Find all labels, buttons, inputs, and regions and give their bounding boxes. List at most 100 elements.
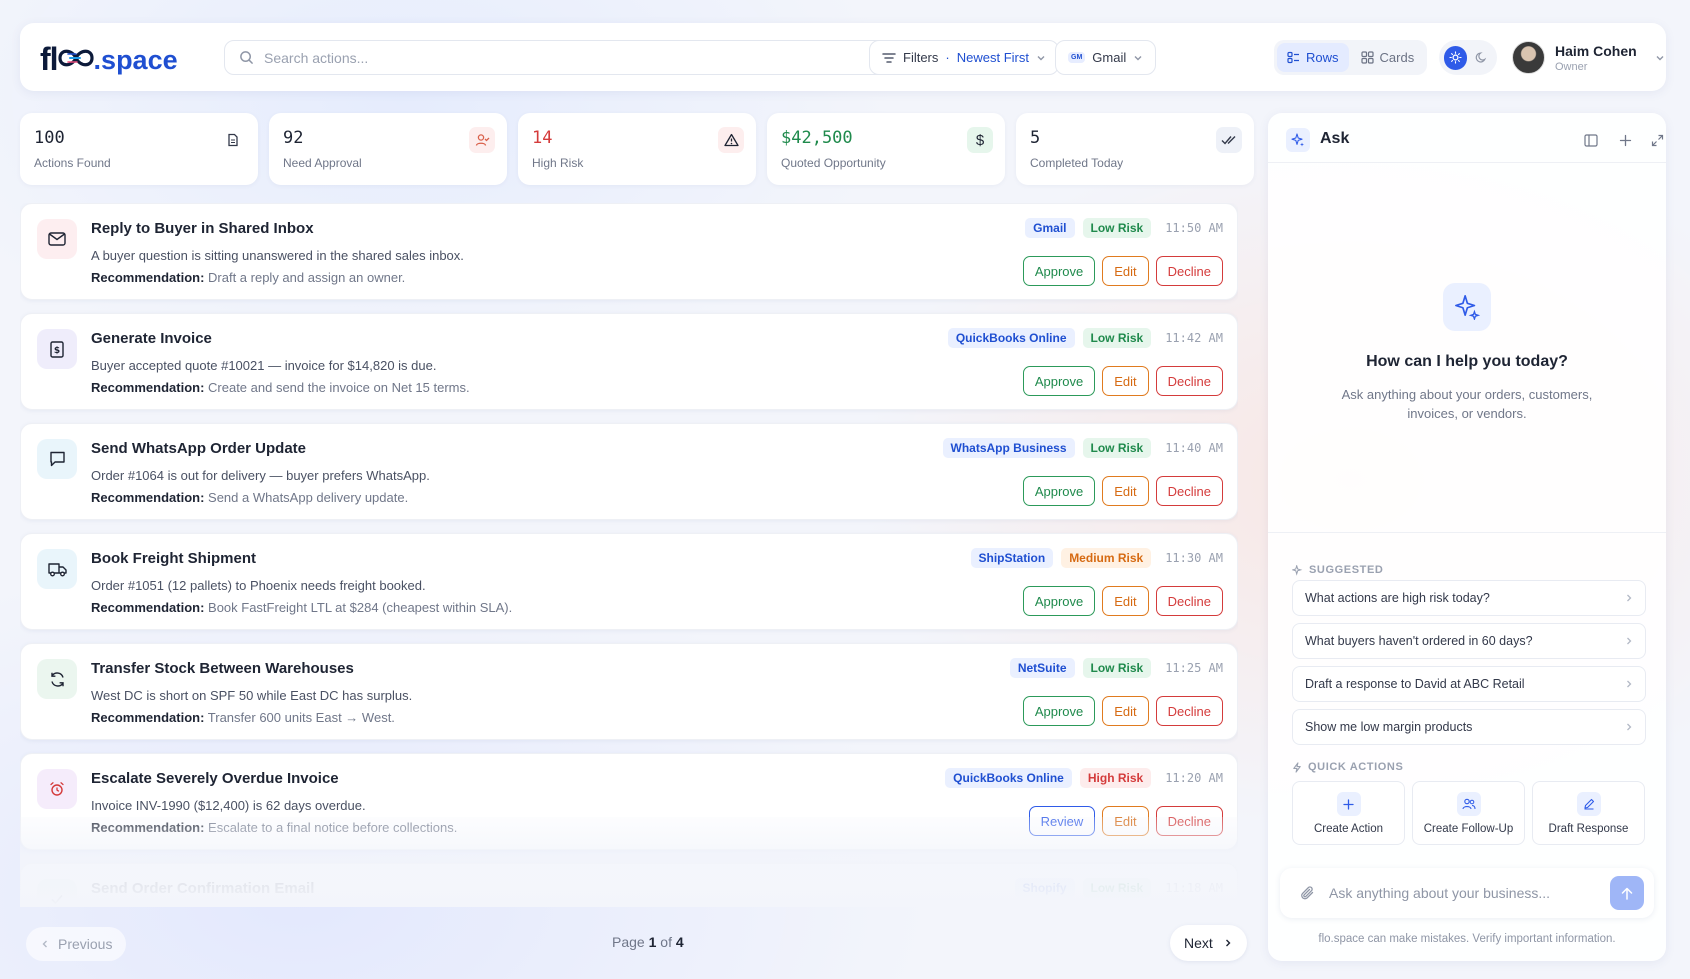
suggestion-item[interactable]: What actions are high risk today? bbox=[1292, 580, 1646, 616]
search-input[interactable] bbox=[264, 49, 904, 66]
rows-view-button[interactable]: Rows bbox=[1277, 43, 1349, 72]
paperclip-icon[interactable] bbox=[1300, 885, 1315, 901]
source-badge: Gmail bbox=[1025, 218, 1075, 238]
ask-input[interactable] bbox=[1329, 885, 1579, 901]
chevron-right-icon bbox=[1627, 594, 1632, 602]
next-page-button[interactable]: Next bbox=[1170, 925, 1247, 961]
approve-button[interactable]: Approve bbox=[1022, 696, 1096, 726]
edit-button[interactable]: Edit bbox=[1102, 366, 1149, 396]
stat-card-quoted-opportunity[interactable]: $42,500 Quoted Opportunity $ bbox=[767, 113, 1005, 185]
arrow-up-icon bbox=[1621, 887, 1633, 900]
svg-text:$: $ bbox=[54, 346, 60, 356]
action-card[interactable]: Escalate Severely Overdue Invoice Invoic… bbox=[20, 753, 1238, 850]
action-time: 11:42 AM bbox=[1165, 331, 1223, 345]
brand-logo[interactable]: fl .space bbox=[40, 39, 178, 75]
decline-button[interactable]: Decline bbox=[1155, 696, 1223, 726]
hero-title: How can I help you today? bbox=[1366, 353, 1568, 370]
sun-icon[interactable] bbox=[1444, 45, 1467, 70]
risk-badge: High Risk bbox=[1079, 768, 1152, 788]
action-card[interactable]: Reply to Buyer in Shared Inbox A buyer q… bbox=[20, 203, 1238, 300]
action-recommendation: Recommendation: Draft a reply and assign… bbox=[91, 270, 406, 285]
risk-badge: Low Risk bbox=[1082, 438, 1152, 458]
avatar bbox=[1512, 41, 1545, 74]
risk-badge: Low Risk bbox=[1082, 878, 1152, 898]
approve-button[interactable]: Approve bbox=[1022, 586, 1096, 616]
stat-card-completed-today[interactable]: 5 Completed Today bbox=[1016, 113, 1254, 185]
cards-view-button[interactable]: Cards bbox=[1351, 43, 1425, 72]
edit-button[interactable]: Edit bbox=[1102, 476, 1149, 506]
previous-page-button[interactable]: Previous bbox=[26, 927, 127, 961]
page-indicator: Page 1 of 4 bbox=[612, 934, 684, 950]
suggestion-item[interactable]: Show me low margin products bbox=[1292, 709, 1646, 745]
stat-card-actions-found[interactable]: 100 Actions Found bbox=[20, 113, 258, 185]
edit-button[interactable]: Edit bbox=[1102, 256, 1149, 286]
source-badge: ShipStation bbox=[970, 548, 1054, 568]
decline-button[interactable]: Decline bbox=[1155, 366, 1223, 396]
edit-button[interactable]: Edit bbox=[1102, 696, 1149, 726]
review-button[interactable]: Review bbox=[1028, 806, 1096, 836]
refresh-icon bbox=[37, 659, 77, 699]
create-follow-up-button[interactable]: Create Follow-Up bbox=[1412, 781, 1525, 845]
action-time: 11:25 AM bbox=[1165, 661, 1223, 675]
plus-icon[interactable] bbox=[1616, 131, 1634, 149]
sidebar-toggle-icon[interactable] bbox=[1582, 131, 1600, 149]
action-card[interactable]: Book Freight Shipment Order #1051 (12 pa… bbox=[20, 533, 1238, 630]
disclaimer: flo.space can make mistakes. Verify impo… bbox=[1318, 933, 1616, 945]
action-card[interactable]: Transfer Stock Between Warehouses West D… bbox=[20, 643, 1238, 740]
action-card[interactable]: $ Generate Invoice Buyer accepted quote … bbox=[20, 313, 1238, 410]
action-title: Book Freight Shipment bbox=[91, 550, 256, 567]
loop-logo-icon bbox=[57, 49, 94, 67]
suggestion-item[interactable]: What buyers haven't ordered in 60 days? bbox=[1292, 623, 1646, 659]
filter-icon bbox=[882, 52, 896, 63]
alarm-icon bbox=[37, 769, 77, 809]
edit-button[interactable]: Edit bbox=[1102, 586, 1149, 616]
source-badge: QuickBooks Online bbox=[945, 768, 1072, 788]
sparkle-icon bbox=[1286, 128, 1310, 152]
decline-button[interactable]: Decline bbox=[1155, 586, 1223, 616]
warning-icon bbox=[718, 127, 744, 153]
view-toggle: Rows Cards bbox=[1274, 40, 1428, 75]
send-button[interactable] bbox=[1610, 876, 1644, 910]
users-icon bbox=[1456, 792, 1481, 816]
chevron-left-icon bbox=[42, 940, 47, 948]
filters-dropdown[interactable]: Filters · Newest First bbox=[869, 40, 1059, 75]
action-time: 11:30 AM bbox=[1165, 551, 1223, 565]
document-icon bbox=[220, 127, 246, 153]
expand-icon[interactable] bbox=[1648, 131, 1666, 149]
user-menu[interactable]: Haim Cohen Owner bbox=[1512, 41, 1665, 74]
hero-text: Ask anything about your orders, customer… bbox=[1341, 387, 1593, 421]
source-badge: WhatsApp Business bbox=[942, 438, 1075, 458]
action-title: Generate Invoice bbox=[91, 330, 212, 347]
action-card[interactable]: Send Order Confirmation Email Shopify Lo… bbox=[20, 863, 1238, 907]
risk-badge: Low Risk bbox=[1082, 328, 1152, 348]
chat-icon bbox=[37, 439, 77, 479]
stat-card-need-approval[interactable]: 92 Need Approval bbox=[269, 113, 507, 185]
approve-button[interactable]: Approve bbox=[1022, 366, 1096, 396]
create-action-button[interactable]: Create Action bbox=[1292, 781, 1405, 845]
decline-button[interactable]: Decline bbox=[1155, 256, 1223, 286]
decline-button[interactable]: Decline bbox=[1155, 806, 1223, 836]
sparkle-icon bbox=[1443, 283, 1491, 331]
action-title: Reply to Buyer in Shared Inbox bbox=[91, 220, 314, 237]
cards-grid-icon bbox=[1360, 51, 1374, 64]
draft-response-button[interactable]: Draft Response bbox=[1532, 781, 1645, 845]
action-title: Send WhatsApp Order Update bbox=[91, 440, 307, 457]
ask-title: Ask bbox=[1320, 130, 1350, 147]
moon-icon[interactable] bbox=[1471, 47, 1492, 69]
risk-badge: Low Risk bbox=[1082, 658, 1152, 678]
source-dropdown[interactable]: GM Gmail bbox=[1055, 40, 1157, 75]
action-time: 11:50 AM bbox=[1165, 221, 1223, 235]
action-description: Order #1051 (12 pallets) to Phoenix need… bbox=[91, 578, 426, 593]
search-box[interactable] bbox=[224, 40, 944, 75]
suggestion-item[interactable]: Draft a response to David at ABC Retail bbox=[1292, 666, 1646, 702]
edit-button[interactable]: Edit bbox=[1102, 806, 1149, 836]
chevron-right-icon bbox=[1225, 939, 1231, 947]
approve-button[interactable]: Approve bbox=[1022, 256, 1096, 286]
action-list: Reply to Buyer in Shared Inbox A buyer q… bbox=[20, 203, 1238, 907]
decline-button[interactable]: Decline bbox=[1155, 476, 1223, 506]
quick-actions-label: QUICK ACTIONS bbox=[1292, 761, 1403, 773]
theme-toggle[interactable] bbox=[1439, 40, 1497, 75]
action-card[interactable]: Send WhatsApp Order Update Order #1064 i… bbox=[20, 423, 1238, 520]
approve-button[interactable]: Approve bbox=[1022, 476, 1096, 506]
stat-card-high-risk[interactable]: 14 High Risk bbox=[518, 113, 756, 185]
